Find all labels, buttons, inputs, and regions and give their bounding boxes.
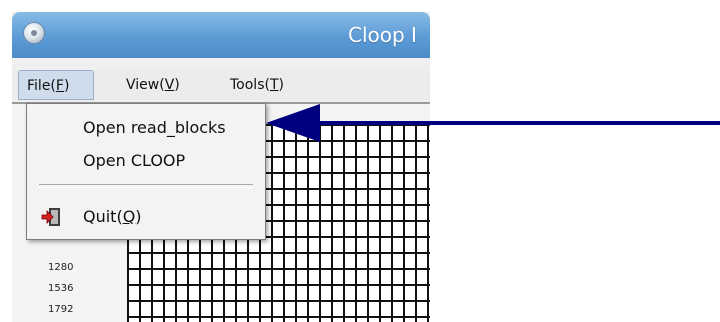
exit-door-icon xyxy=(41,208,60,226)
file-dropdown-menu: Open read_blocks Open CLOOP Quit(Q) xyxy=(26,103,266,240)
menu-file[interactable]: File(F) xyxy=(18,70,94,100)
menu-view[interactable]: View(V) xyxy=(126,70,180,100)
menu-item-open-cloop[interactable]: Open CLOOP xyxy=(83,151,185,170)
row-label: 1280 xyxy=(48,262,74,273)
title-bar[interactable]: Cloop I xyxy=(12,12,430,58)
disc-icon[interactable] xyxy=(24,23,44,43)
menu-bar: File(F) View(V) Tools(T) xyxy=(12,70,430,100)
menu-tools[interactable]: Tools(T) xyxy=(230,70,284,100)
row-label: 1536 xyxy=(48,283,74,294)
window-title: Cloop I xyxy=(348,23,417,47)
pointer-arrow xyxy=(266,104,720,142)
menu-separator xyxy=(39,184,253,188)
menu-item-open-read-blocks[interactable]: Open read_blocks xyxy=(83,118,226,137)
row-label: 1792 xyxy=(48,304,74,315)
menu-item-quit[interactable]: Quit(Q) xyxy=(83,207,142,226)
